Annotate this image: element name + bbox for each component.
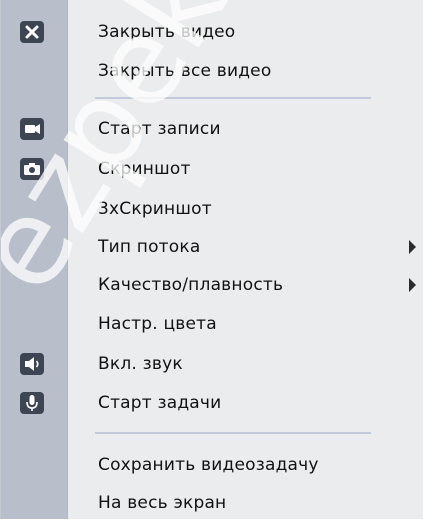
screenshot-camera-icon	[20, 158, 44, 180]
speaker-icon	[20, 353, 44, 375]
menu-item-label: Настр. цвета	[98, 314, 217, 334]
menu-item-label: Качество/плавность	[98, 275, 284, 295]
menu-item-label: Старт записи	[98, 119, 221, 139]
menu-item-close-all-video[interactable]: Закрыть все видео	[1, 53, 423, 89]
microphone-icon	[20, 392, 44, 414]
menu-item-sound-on[interactable]: Вкл. звук	[1, 346, 423, 382]
menu-item-label: Закрыть видео	[98, 22, 236, 42]
menu-item-start-task[interactable]: Старт задачи	[1, 385, 423, 421]
menu-item-start-recording[interactable]: Старт записи	[1, 111, 423, 147]
menu-item-label: Скриншот	[98, 159, 191, 179]
menu-item-stream-type[interactable]: Тип потока	[1, 229, 423, 265]
context-menu: Закрыть видео Закрыть все видео Старт за…	[0, 0, 423, 519]
submenu-arrow-icon	[409, 278, 416, 292]
menu-item-screenshot[interactable]: Скриншот	[1, 151, 423, 187]
menu-item-quality-smoothness[interactable]: Качество/плавность	[1, 267, 423, 303]
menu-item-label: Закрыть все видео	[98, 61, 272, 81]
menu-separator	[95, 97, 371, 99]
menu-item-3x-screenshot[interactable]: 3хСкриншот	[1, 191, 423, 227]
menu-item-fullscreen[interactable]: На весь экран	[1, 485, 423, 521]
close-icon	[20, 21, 44, 43]
menu-separator	[95, 432, 371, 434]
menu-item-save-video-task[interactable]: Сохранить видеозадачу	[1, 447, 423, 483]
menu-item-label: Старт задачи	[98, 393, 222, 413]
menu-item-label: 3хСкриншот	[98, 199, 212, 219]
menu-item-label: Вкл. звук	[98, 354, 183, 374]
submenu-arrow-icon	[409, 240, 416, 254]
menu-item-label: Тип потока	[98, 237, 201, 257]
menu-item-label: На весь экран	[98, 493, 227, 513]
menu-item-close-video[interactable]: Закрыть видео	[1, 14, 423, 50]
menu-item-label: Сохранить видеозадачу	[98, 455, 319, 475]
record-camera-icon	[20, 118, 44, 140]
menu-item-color-settings[interactable]: Настр. цвета	[1, 306, 423, 342]
